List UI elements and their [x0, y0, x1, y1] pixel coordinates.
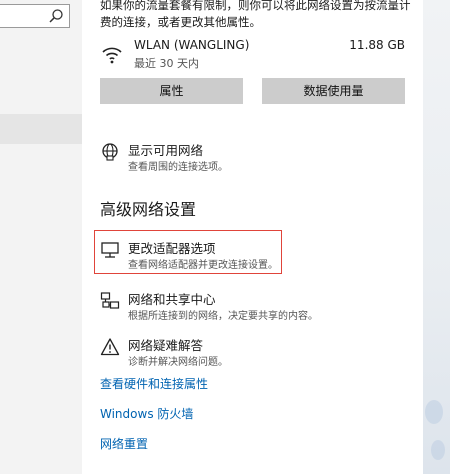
sharing-center-icon [100, 292, 120, 309]
show-networks-desc: 查看周围的连接选项。 [128, 162, 228, 173]
network-name: WLAN (WANGLING) [134, 38, 250, 52]
troubleshooter-title: 网络疑难解答 [128, 338, 204, 353]
hardware-properties-link[interactable]: 查看硬件和连接属性 [100, 375, 208, 392]
wifi-signal-icon [102, 47, 122, 64]
windows-firewall-link[interactable]: Windows 防火墙 [100, 405, 193, 422]
network-sharing-center[interactable]: 网络和共享中心 根据所连接到的网络，决定要共享的内容。 [100, 289, 400, 322]
intro-text: 如果你的流量套餐有限制，则你可以将此网络设置为按流量计费的连接，或者更改其他属性… [100, 0, 411, 29]
adapter-options-title: 更改适配器选项 [128, 241, 216, 256]
sharing-center-title: 网络和共享中心 [128, 292, 216, 307]
search-icon[interactable] [48, 8, 64, 24]
warning-icon [100, 338, 120, 356]
advanced-settings-heading: 高级网络设置 [100, 200, 197, 219]
left-pane [0, 0, 82, 474]
properties-button[interactable]: 属性 [100, 78, 243, 104]
network-period: 最近 30 天内 [134, 57, 199, 70]
show-networks-title: 显示可用网络 [128, 143, 204, 158]
network-reset-link[interactable]: 网络重置 [100, 435, 148, 452]
change-adapter-options[interactable]: 更改适配器选项 查看网络适配器并更改连接设置。 [100, 238, 400, 271]
globe-network-icon [102, 143, 118, 161]
show-available-networks[interactable]: 显示可用网络 查看周围的连接选项。 [100, 140, 400, 173]
desktop-background-strip [423, 0, 450, 474]
network-summary: WLAN (WANGLING) 最近 30 天内 11.88 GB [100, 38, 410, 72]
sharing-center-desc: 根据所连接到的网络，决定要共享的内容。 [128, 311, 318, 322]
adapter-options-desc: 查看网络适配器并更改连接设置。 [128, 260, 278, 271]
monitor-adapter-icon [101, 242, 119, 258]
data-usage-button[interactable]: 数据使用量 [262, 78, 405, 104]
sidebar-selected-item[interactable] [0, 114, 82, 144]
network-troubleshooter[interactable]: 网络疑难解答 诊断并解决网络问题。 [100, 335, 400, 368]
troubleshooter-desc: 诊断并解决网络问题。 [128, 357, 228, 368]
network-usage-size: 11.88 GB [349, 38, 405, 52]
search-input[interactable] [0, 4, 70, 28]
